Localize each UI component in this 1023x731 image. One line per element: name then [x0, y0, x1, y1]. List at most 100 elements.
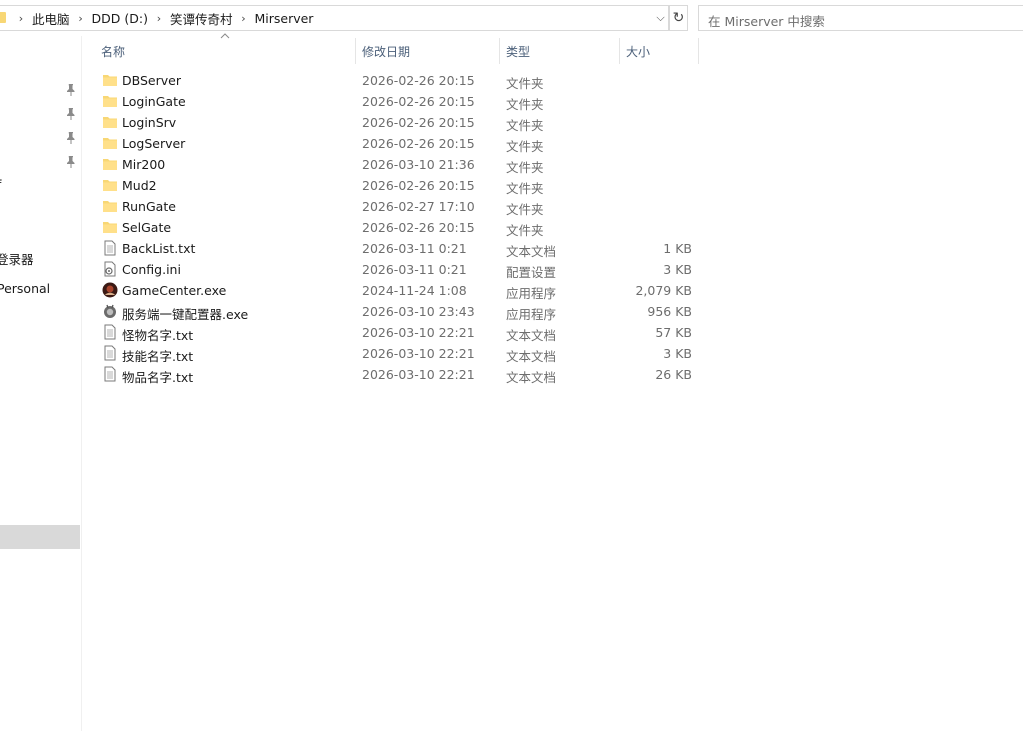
file-date: 2026-03-10 22:21	[362, 325, 475, 340]
file-date: 2026-02-26 20:15	[362, 73, 475, 88]
file-name: 怪物名字.txt	[122, 328, 194, 343]
breadcrumb-this-pc[interactable]: 此电脑	[30, 9, 72, 28]
folder-icon	[102, 177, 118, 193]
file-size: 26 KB	[655, 367, 692, 382]
folder-icon	[102, 156, 118, 172]
breadcrumb-folder[interactable]: 笑谭传奇村	[168, 9, 235, 28]
column-divider[interactable]	[698, 38, 699, 64]
file-size: 1 KB	[663, 241, 692, 256]
file-type: 文件夹	[506, 160, 544, 175]
address-bar[interactable]: › 此电脑 › DDD (D:) › 笑谭传奇村 › Mirserver	[0, 5, 670, 31]
file-date: 2024-11-24 1:08	[362, 283, 467, 298]
nav-item-personal[interactable]: Personal	[0, 281, 50, 296]
file-date: 2026-02-27 17:10	[362, 199, 475, 214]
file-row[interactable]: Mud2 2026-02-26 20:15 文件夹	[96, 175, 696, 196]
folder-icon	[102, 135, 118, 151]
file-row[interactable]: GameCenter.exe 2024-11-24 1:08 应用程序 2,079 K…	[96, 280, 696, 301]
file-type: 应用程序	[506, 307, 557, 322]
file-row[interactable]: 物品名字.txt 2026-03-10 22:21 文本文档 26 KB	[96, 364, 696, 385]
column-divider[interactable]	[355, 38, 356, 64]
pin-icon[interactable]	[65, 83, 77, 97]
column-header-size-label: 大小	[626, 44, 651, 59]
column-header-name[interactable]: 名称	[101, 38, 351, 64]
file-type: 文本文档	[506, 328, 557, 343]
chevron-right-icon[interactable]: ›	[150, 12, 168, 25]
folder-icon	[102, 198, 118, 214]
file-row[interactable]: SelGate 2026-02-26 20:15 文件夹	[96, 217, 696, 238]
file-date: 2026-02-26 20:15	[362, 178, 475, 193]
address-history-dropdown[interactable]: ⌵	[653, 5, 669, 31]
text-file-icon	[102, 345, 118, 361]
file-name: 技能名字.txt	[122, 349, 194, 364]
file-row[interactable]: RunGate 2026-02-27 17:10 文件夹	[96, 196, 696, 217]
file-name: LogServer	[122, 136, 186, 151]
file-size: 956 KB	[647, 304, 692, 319]
column-header-type[interactable]: 类型	[506, 38, 616, 64]
file-name: Mir200	[122, 157, 166, 172]
chevron-right-icon[interactable]: ›	[72, 12, 90, 25]
file-type: 文件夹	[506, 223, 544, 238]
search-input[interactable]: 在 Mirserver 中搜索	[698, 5, 1023, 31]
file-name: 物品名字.txt	[122, 370, 194, 385]
column-header-date[interactable]: 修改日期	[362, 38, 492, 64]
pin-icon[interactable]	[65, 107, 77, 121]
file-row[interactable]: BackList.txt 2026-03-11 0:21 文本文档 1 KB	[96, 238, 696, 259]
file-name: 服务端一键配置器.exe	[122, 307, 249, 322]
search-placeholder: 在 Mirserver 中搜索	[708, 14, 825, 29]
file-date: 2026-03-11 0:21	[362, 262, 467, 277]
file-row[interactable]: Mir200 2026-03-10 21:36 文件夹	[96, 154, 696, 175]
file-row[interactable]: LogServer 2026-02-26 20:15 文件夹	[96, 133, 696, 154]
column-divider[interactable]	[619, 38, 620, 64]
file-row[interactable]: LoginGate 2026-02-26 20:15 文件夹	[96, 91, 696, 112]
file-type: 文件夹	[506, 202, 544, 217]
column-header-size[interactable]: 大小	[626, 38, 696, 64]
file-size: 2,079 KB	[635, 283, 692, 298]
file-name: Mud2	[122, 178, 157, 193]
folder-icon	[102, 114, 118, 130]
settings-file-icon	[102, 261, 118, 277]
file-row[interactable]: 怪物名字.txt 2026-03-10 22:21 文本文档 57 KB	[96, 322, 696, 343]
file-row[interactable]: DBServer 2026-02-26 20:15 文件夹	[96, 70, 696, 91]
chevron-down-icon: ⌵	[656, 11, 665, 24]
folder-icon	[102, 72, 118, 88]
file-row[interactable]: 技能名字.txt 2026-03-10 22:21 文本文档 3 KB	[96, 343, 696, 364]
nav-item-partial[interactable]: f	[0, 177, 1, 192]
file-type: 文件夹	[506, 181, 544, 196]
column-header-name-label: 名称	[101, 44, 126, 59]
file-name: LoginSrv	[122, 115, 177, 130]
file-type: 文件夹	[506, 118, 544, 133]
file-name: RunGate	[122, 199, 176, 214]
file-type: 文本文档	[506, 370, 557, 385]
game-app-icon	[102, 282, 118, 298]
folder-icon	[102, 219, 118, 235]
chevron-right-icon[interactable]: ›	[234, 12, 252, 25]
text-file-icon	[102, 240, 118, 256]
pin-icon[interactable]	[65, 155, 77, 169]
nav-item-selected[interactable]	[0, 525, 80, 549]
column-header-type-label: 类型	[506, 44, 531, 59]
file-type: 应用程序	[506, 286, 557, 301]
file-row[interactable]: 服务端一键配置器.exe 2026-03-10 23:43 应用程序 956 KB	[96, 301, 696, 322]
file-name: SelGate	[122, 220, 172, 235]
file-row[interactable]: Config.ini 2026-03-11 0:21 配置设置 3 KB	[96, 259, 696, 280]
breadcrumb-current[interactable]: Mirserver	[252, 11, 315, 26]
file-size: 3 KB	[663, 262, 692, 277]
file-name: BackList.txt	[122, 241, 196, 256]
breadcrumb: › 此电脑 › DDD (D:) › 笑谭传奇村 › Mirserver	[0, 6, 315, 30]
file-row[interactable]: LoginSrv 2026-02-26 20:15 文件夹	[96, 112, 696, 133]
pin-icon[interactable]	[65, 131, 77, 145]
nav-item-launcher[interactable]: 登录器	[0, 249, 34, 268]
text-file-icon	[102, 324, 118, 340]
toolbar: › 此电脑 › DDD (D:) › 笑谭传奇村 › Mirserver ⌵ ↻…	[0, 0, 1023, 36]
refresh-button[interactable]: ↻	[670, 5, 688, 31]
chevron-right-icon[interactable]: ›	[12, 12, 30, 25]
breadcrumb-drive[interactable]: DDD (D:)	[90, 11, 150, 26]
text-file-icon	[102, 366, 118, 382]
pane-divider[interactable]	[81, 36, 82, 731]
refresh-icon: ↻	[672, 10, 685, 26]
column-divider[interactable]	[499, 38, 500, 64]
file-type: 文件夹	[506, 76, 544, 91]
file-date: 2026-03-10 22:21	[362, 346, 475, 361]
file-size: 3 KB	[663, 346, 692, 361]
file-name: LoginGate	[122, 94, 186, 109]
